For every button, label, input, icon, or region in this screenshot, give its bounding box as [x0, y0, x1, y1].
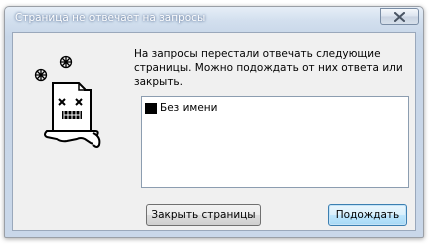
- dialog-window: Страница не отвечает на запросы На запро…: [4, 6, 424, 238]
- close-icon: [394, 11, 405, 22]
- snowflake-icon: [59, 55, 73, 69]
- dialog-title: Страница не отвечает на запросы: [15, 12, 206, 24]
- page-label: Без имени: [160, 102, 218, 114]
- frozen-page-icon: [34, 55, 101, 148]
- unresponsive-pages-list[interactable]: Без имени: [141, 96, 409, 188]
- page-icon: [145, 102, 157, 114]
- title-bar[interactable]: Страница не отвечает на запросы: [5, 7, 423, 31]
- dialog-body: На запросы перестали отвечать следующие …: [12, 32, 416, 231]
- list-item[interactable]: Без имени: [145, 101, 217, 115]
- message-text: На запросы перестали отвечать следующие …: [134, 48, 403, 88]
- snowflake-icon: [34, 68, 48, 82]
- close-pages-button[interactable]: Закрыть страницы: [146, 204, 261, 226]
- wait-button[interactable]: Подождать: [328, 204, 407, 226]
- close-button[interactable]: [380, 8, 419, 25]
